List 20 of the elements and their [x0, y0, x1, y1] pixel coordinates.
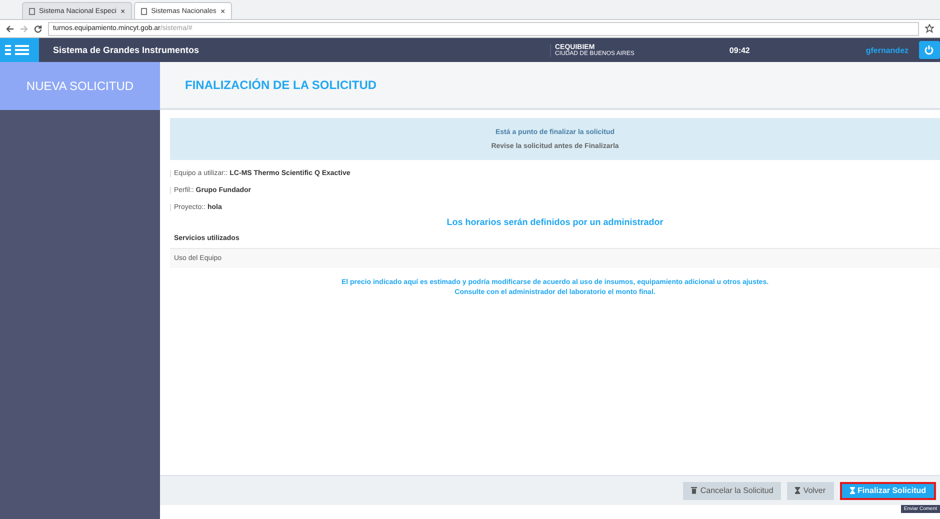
schedule-note: Los horarios serán definidos por un administrador — [446, 217, 664, 227]
cancel-button[interactable]: Cancelar la Solicitud — [683, 482, 782, 500]
page-icon — [141, 8, 148, 14]
close-icon[interactable]: × — [220, 6, 226, 16]
hourglass-icon — [850, 487, 855, 494]
page-icon — [29, 8, 35, 14]
hourglass-icon — [795, 487, 800, 494]
reload-icon[interactable] — [34, 24, 42, 32]
power-icon — [924, 45, 934, 55]
menu-button[interactable] — [0, 38, 39, 62]
star-icon[interactable] — [925, 24, 934, 33]
app-title: Sistema de Grandes Instrumentos — [52, 45, 200, 55]
timer: 09:42 — [729, 46, 751, 54]
back-arrow-icon[interactable] — [6, 24, 14, 32]
logout-button[interactable] — [918, 41, 940, 59]
sidebar-title: NUEVA SOLICITUD — [0, 62, 160, 110]
page-title: FINALIZACIÓN DE LA SOLICITUD — [185, 78, 377, 92]
trash-icon — [691, 487, 698, 494]
back-button[interactable]: Volver — [787, 482, 834, 500]
close-icon[interactable]: × — [120, 6, 126, 16]
